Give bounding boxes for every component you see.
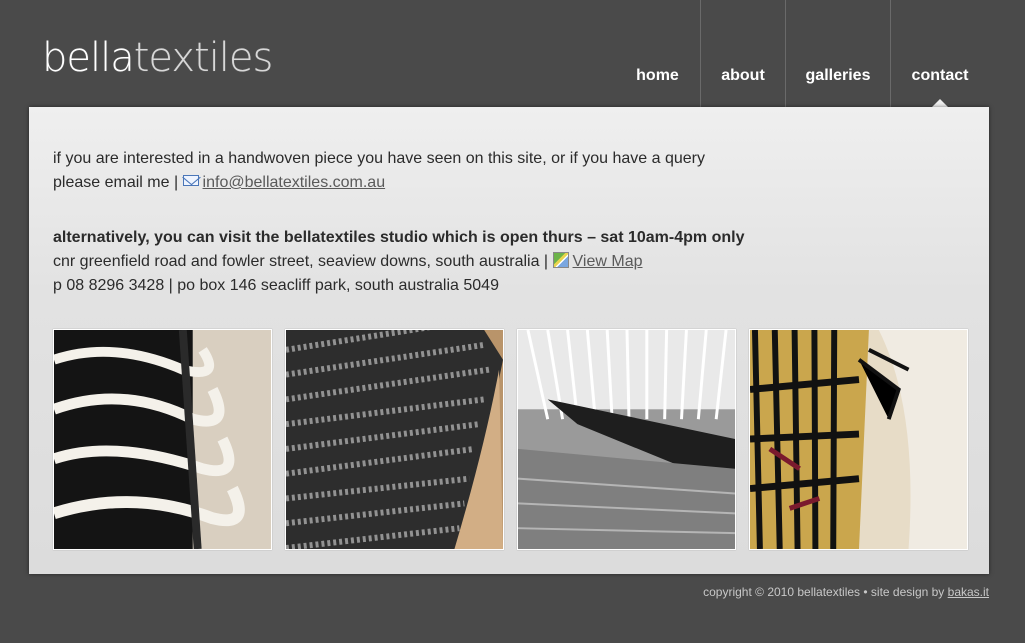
- logo-part-bella: bella: [42, 35, 135, 81]
- intro-line: if you are interested in a handwoven pie…: [53, 150, 705, 167]
- phone-line: p 08 8296 3428 | po box 146 seacliff par…: [53, 277, 499, 294]
- nav-item-about[interactable]: about: [700, 0, 785, 107]
- loom-threads-photo: [517, 329, 736, 550]
- address-line: cnr greenfield road and fowler street, s…: [53, 250, 744, 274]
- tapestry-detail-photo: [749, 329, 968, 550]
- active-indicator-arrow-icon: [932, 99, 948, 107]
- photo-strip: [53, 329, 968, 550]
- address-text: cnr greenfield road and fowler street, s…: [53, 253, 553, 270]
- design-credit-link[interactable]: bakas.it: [948, 585, 989, 599]
- studio-info: alternatively, you can visit the bellate…: [53, 226, 744, 298]
- map-icon: [552, 252, 569, 268]
- studio-heading: alternatively, you can visit the bellate…: [53, 229, 745, 246]
- envelope-icon: [182, 175, 199, 186]
- email-link[interactable]: info@bellatextiles.com.au: [203, 174, 386, 191]
- nav-item-contact-label: contact: [911, 67, 969, 84]
- copyright-text: copyright © 2010 bellatextiles • site de…: [703, 585, 948, 599]
- logo-part-textiles: textiles: [133, 35, 274, 81]
- nav-item-home[interactable]: home: [615, 0, 700, 107]
- page: bellatextiles home about galleries conta…: [0, 0, 1025, 643]
- view-map-link[interactable]: View Map: [573, 253, 643, 270]
- content-panel: if you are interested in a handwoven pie…: [29, 107, 989, 574]
- email-line: please email me | info@bellatextiles.com…: [53, 171, 705, 195]
- nav-item-contact[interactable]: contact: [890, 0, 989, 107]
- woven-wool-photo: [53, 329, 272, 550]
- email-prefix: please email me |: [53, 174, 183, 191]
- nav-item-galleries[interactable]: galleries: [785, 0, 890, 107]
- site-logo[interactable]: bellatextiles: [42, 35, 274, 81]
- footer: copyright © 2010 bellatextiles • site de…: [703, 585, 989, 599]
- contact-intro: if you are interested in a handwoven pie…: [53, 147, 705, 195]
- main-nav: home about galleries contact: [615, 0, 989, 107]
- herringbone-weave-photo: [285, 329, 504, 550]
